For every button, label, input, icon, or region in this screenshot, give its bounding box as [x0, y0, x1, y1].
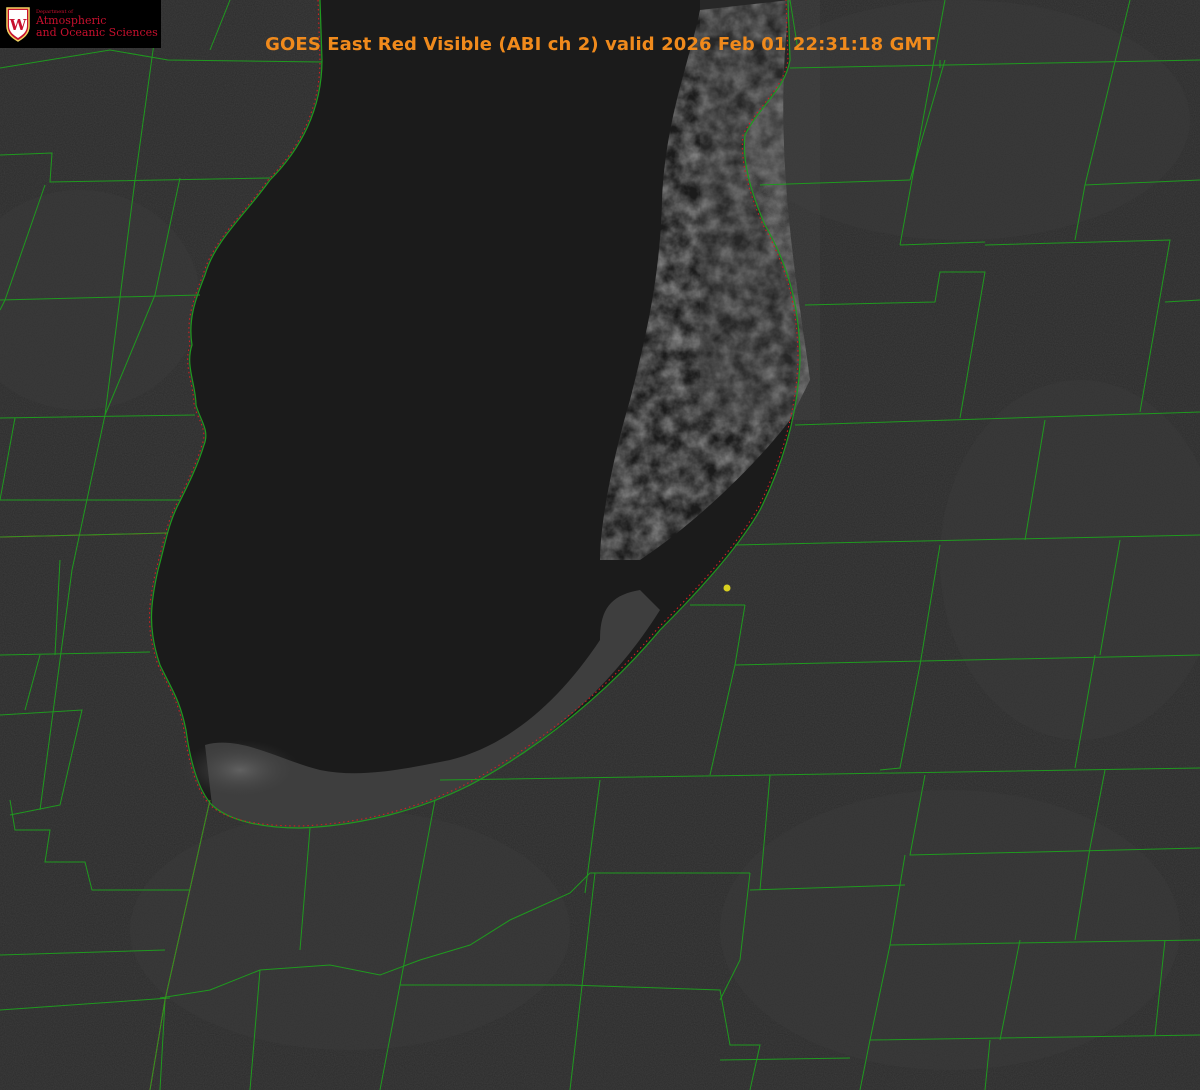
cloud-streaks — [700, 0, 820, 420]
satellite-map — [0, 0, 1200, 1090]
satellite-viewer: W Department of Atmospheric and Oceanic … — [0, 0, 1200, 1090]
ice-glow — [180, 740, 300, 800]
image-title: GOES East Red Visible (ABI ch 2) valid 2… — [265, 34, 935, 55]
crest-letter: W — [9, 16, 28, 34]
logo-line-1: Atmospheric — [36, 14, 107, 28]
station-marker[interactable] — [723, 584, 731, 592]
